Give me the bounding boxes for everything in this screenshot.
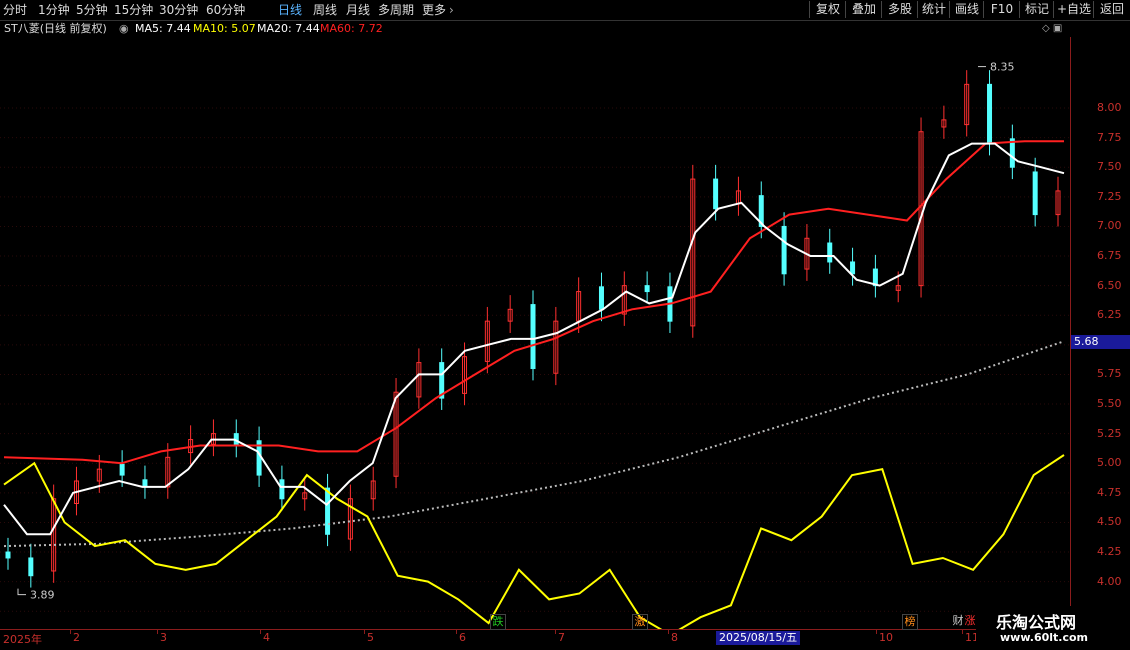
candle-body <box>279 479 285 500</box>
back-button[interactable]: 返回 <box>1093 1 1130 18</box>
price-tick-label: 5.25 <box>1097 426 1122 440</box>
xlabel-apr: 4 <box>263 631 270 644</box>
ma20-value: MA20: 7.44 <box>257 22 320 35</box>
price-tick-label: 4.25 <box>1097 545 1122 559</box>
low-arrow <box>17 588 26 596</box>
add-watchlist-button[interactable]: +自选 <box>1053 1 1094 18</box>
candle-body <box>28 557 34 577</box>
event-marker-fall[interactable]: 跌 <box>490 614 506 630</box>
low-label: 3.89 <box>30 589 55 602</box>
info-toggle-icon[interactable]: ◉ <box>119 21 129 37</box>
xlabel-mar: 3 <box>160 631 167 644</box>
candle-body <box>987 83 993 145</box>
ma-info-bar: ST八菱(日线 前复权) ◉ MA5: 7.44 MA10: 5.07 MA20… <box>0 21 1070 37</box>
xlabel-jul: 7 <box>558 631 565 644</box>
toolbar: 分时 1分钟 5分钟 15分钟 30分钟 60分钟 日线 周线 月线 多周期 更… <box>0 0 1130 21</box>
xlabel-feb: 2 <box>73 631 80 644</box>
restore-rights-button[interactable]: 复权 <box>809 1 846 18</box>
price-axis: 8.007.757.507.257.006.756.506.256.005.75… <box>1070 37 1130 629</box>
chevron-right-icon[interactable]: › <box>449 2 454 18</box>
event-marker-rank[interactable]: 榜 <box>902 614 918 630</box>
mark-button[interactable]: 标记 <box>1019 1 1054 18</box>
candle-body <box>530 304 536 370</box>
candle-body <box>713 178 719 210</box>
watermark-url: www.60lt.com <box>1000 631 1089 644</box>
candle-body <box>142 479 148 488</box>
price-tick-label: 5.75 <box>1097 367 1122 381</box>
kline-chart[interactable]: 8.35 3.89 <box>0 37 1070 629</box>
candle-body <box>598 286 604 310</box>
tab-weekly[interactable]: 周线 <box>313 2 337 18</box>
price-tick-label: 7.50 <box>1097 160 1122 174</box>
candle-body <box>119 463 125 476</box>
tab-30min[interactable]: 30分钟 <box>159 2 198 18</box>
cursor-date: 2025/08/15/五 <box>716 631 801 645</box>
price-tick-label: 7.75 <box>1097 130 1122 144</box>
candle-body <box>1009 138 1015 168</box>
f10-button[interactable]: F10 <box>983 1 1020 18</box>
indicator-yellow-line <box>3 454 1065 629</box>
price-tick-label: 7.00 <box>1097 219 1122 233</box>
current-price-label: 5.68 <box>1071 335 1130 349</box>
price-tick-label: 5.50 <box>1097 397 1122 411</box>
draw-line-button[interactable]: 画线 <box>949 1 984 18</box>
ma60-value: MA60: 7.72 <box>320 22 383 35</box>
statistics-button[interactable]: 统计 <box>917 1 950 18</box>
ma60-line <box>3 140 1064 465</box>
event-marker-rise[interactable]: 涨 <box>963 614 977 628</box>
price-tick-label: 4.00 <box>1097 574 1122 588</box>
price-tick-label: 6.25 <box>1097 308 1122 322</box>
tab-1min[interactable]: 1分钟 <box>38 2 70 18</box>
candle-body <box>5 551 11 559</box>
candle-body <box>644 285 650 293</box>
price-tick-label: 4.75 <box>1097 485 1122 499</box>
price-tick-label: 7.25 <box>1097 189 1122 203</box>
xlabel-year: 2025年 <box>3 633 42 646</box>
watermark-title: 乐淘公式网 <box>996 613 1077 632</box>
tab-more[interactable]: 更多 <box>422 2 446 18</box>
chart-settings-icon[interactable]: ◇ ▣ <box>1042 23 1062 34</box>
tab-5min[interactable]: 5分钟 <box>76 2 108 18</box>
tab-60min[interactable]: 60分钟 <box>206 2 245 18</box>
candle-body <box>325 487 331 535</box>
ma10-value: MA10: 5.07 <box>193 22 256 35</box>
event-marker-surge[interactable]: 激 <box>632 614 648 630</box>
ma5-value: MA5: 7.44 <box>135 22 191 35</box>
tab-multi-period[interactable]: 多周期 <box>378 2 414 18</box>
tab-15min[interactable]: 15分钟 <box>114 2 153 18</box>
xlabel-aug: 8 <box>671 631 678 644</box>
multi-stock-button[interactable]: 多股 <box>881 1 918 18</box>
ma5-line <box>3 142 1065 536</box>
overlay-button[interactable]: 叠加 <box>845 1 882 18</box>
xlabel-may: 5 <box>367 631 374 644</box>
price-tick-label: 6.50 <box>1097 278 1122 292</box>
price-tick-label: 4.50 <box>1097 515 1122 529</box>
candle-body <box>827 242 833 263</box>
candle-body <box>850 261 856 275</box>
xlabel-oct: 10 <box>879 631 893 644</box>
xlabel-jun: 6 <box>459 631 466 644</box>
trend-dotted-line <box>3 340 1065 548</box>
price-tick-label: 6.75 <box>1097 249 1122 263</box>
tab-monthly[interactable]: 月线 <box>346 2 370 18</box>
high-label: 8.35 <box>990 61 1015 74</box>
stock-title: ST八菱(日线 前复权) <box>4 22 107 35</box>
candle-body <box>781 225 787 275</box>
tab-timeshare[interactable]: 分时 <box>3 2 27 18</box>
price-tick-label: 5.00 <box>1097 456 1122 470</box>
time-axis: 2025年 2 3 4 5 6 7 8 2025/08/15/五 10 11 <box>0 629 1070 647</box>
candle-body <box>1032 171 1038 216</box>
tab-daily[interactable]: 日线 <box>278 2 302 18</box>
price-tick-label: 8.00 <box>1097 101 1122 115</box>
